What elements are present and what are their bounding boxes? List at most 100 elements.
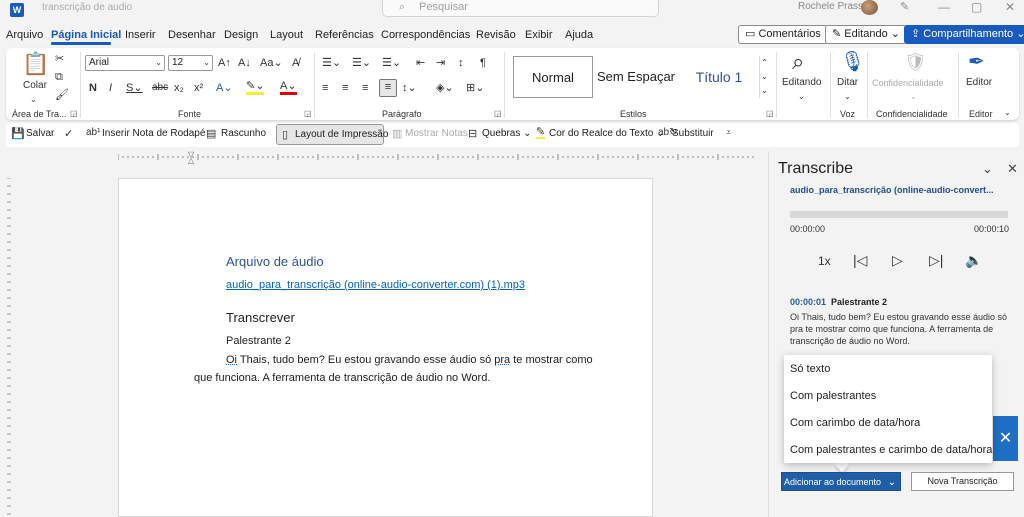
breaks-button[interactable]: Quebras ⌄ bbox=[482, 128, 532, 139]
editing-mode-button[interactable]: ✎ Editando ⌄ bbox=[825, 25, 907, 44]
audio-file-link[interactable]: audio_para_transcrição (online-audio-con… bbox=[226, 279, 525, 291]
draft-button[interactable]: Rascunho bbox=[221, 128, 266, 139]
restore-icon[interactable]: ▢ bbox=[971, 0, 982, 14]
tab-desenhar[interactable]: Desenhar bbox=[168, 29, 216, 41]
comments-button[interactable]: ▭ Comentários bbox=[738, 25, 828, 44]
volume-icon[interactable]: 🔈 bbox=[965, 252, 982, 269]
style-no-spacing[interactable]: Sem Espaçar bbox=[595, 56, 677, 98]
entry-timestamp[interactable]: 00:00:01 bbox=[790, 297, 826, 307]
bold-icon[interactable]: N bbox=[89, 81, 97, 95]
dialog-launcher-icon[interactable]: ◲ bbox=[766, 109, 774, 118]
skip-back-icon[interactable]: |◁ bbox=[853, 252, 867, 269]
indent-marker-icon[interactable]: ▽ △ bbox=[188, 151, 196, 165]
tab-revisao[interactable]: Revisão bbox=[476, 29, 516, 41]
tab-layout[interactable]: Layout bbox=[270, 29, 303, 41]
collapse-ribbon-icon[interactable]: ⌄ bbox=[1004, 106, 1011, 120]
underline-icon[interactable]: S⌄ bbox=[126, 81, 143, 95]
tab-exibir[interactable]: Exibir bbox=[525, 29, 553, 41]
highlighter-icon[interactable]: ✎ bbox=[536, 127, 546, 139]
footnote-icon[interactable]: ab¹ bbox=[86, 127, 100, 138]
justify-icon[interactable]: ≡ bbox=[379, 79, 397, 97]
editor-label[interactable]: Editor bbox=[966, 76, 992, 90]
shading-icon[interactable]: ◈⌄ bbox=[436, 81, 454, 95]
play-icon[interactable]: ▷ bbox=[892, 252, 903, 269]
cut-icon[interactable]: ✂ bbox=[55, 52, 64, 66]
superscript-icon[interactable]: x² bbox=[194, 81, 203, 95]
strikethrough-icon[interactable]: abc bbox=[152, 81, 168, 95]
numbering-icon[interactable]: ☰⌄ bbox=[352, 56, 371, 70]
spellcheck-icon[interactable]: ✓ bbox=[64, 127, 73, 140]
audio-file-name[interactable]: audio_para_transcrição (online-audio-con… bbox=[790, 185, 994, 195]
print-layout-button[interactable]: ▯ Layout de Impressão bbox=[276, 124, 388, 145]
line-spacing-icon[interactable]: ↕⌄ bbox=[402, 81, 417, 95]
styles-scroll[interactable]: ⌃ ⌄ ⌄ bbox=[759, 56, 769, 98]
paste-label[interactable]: Colar bbox=[23, 79, 47, 93]
insert-footnote-button[interactable]: Inserir Nota de Rodapé bbox=[102, 128, 205, 139]
replace-button[interactable]: Substituir bbox=[672, 128, 714, 139]
chevron-down-icon[interactable]: ⌄ bbox=[30, 93, 37, 107]
menu-item-with-speakers[interactable]: Com palestrantes bbox=[790, 390, 876, 402]
save-button[interactable]: Salvar bbox=[26, 128, 54, 139]
menu-item-text-only[interactable]: Só texto bbox=[790, 363, 830, 375]
horizontal-ruler[interactable] bbox=[118, 154, 758, 160]
style-heading-1[interactable]: Título 1 bbox=[679, 56, 759, 98]
close-icon[interactable]: ✕ bbox=[993, 416, 1018, 461]
show-marks-icon[interactable]: ¶ bbox=[480, 56, 486, 70]
tab-correspondencias[interactable]: Correspondências bbox=[381, 29, 470, 41]
style-normal[interactable]: Normal bbox=[513, 56, 593, 98]
text-effects-icon[interactable]: A⌄ bbox=[216, 81, 233, 95]
chevron-down-icon[interactable]: ⌄ bbox=[844, 90, 851, 104]
editor-icon[interactable]: ✒ bbox=[968, 50, 985, 74]
playback-progress-bar[interactable] bbox=[790, 211, 1008, 218]
italic-icon[interactable]: I bbox=[109, 81, 112, 95]
spelling-flag-word[interactable]: pra bbox=[494, 354, 510, 366]
font-size-select[interactable]: 12 ⌄ bbox=[168, 55, 213, 71]
document-page[interactable]: Arquivo de áudio audio_para_transcrição … bbox=[118, 178, 653, 517]
shrink-font-icon[interactable]: A↓ bbox=[238, 56, 251, 70]
search-box[interactable]: ⌕ Pesquisar bbox=[382, 0, 659, 17]
align-left-icon[interactable]: ≡ bbox=[322, 81, 328, 95]
paste-icon[interactable]: 📋 bbox=[22, 52, 49, 76]
menu-item-with-timestamps[interactable]: Com carimbo de data/hora bbox=[790, 417, 920, 429]
microphone-icon[interactable]: 🎙 bbox=[840, 50, 865, 74]
borders-icon[interactable]: ⊞⌄ bbox=[466, 81, 484, 95]
dictate-label[interactable]: Ditar bbox=[837, 76, 858, 90]
chevron-down-icon[interactable]: ⌄ bbox=[982, 161, 993, 177]
share-button[interactable]: ⇪ Compartilhamento ⌄ bbox=[904, 25, 1024, 44]
tab-referencias[interactable]: Referências bbox=[315, 29, 374, 41]
highlight-color-icon[interactable]: ✎⌄ bbox=[246, 81, 265, 95]
tab-inserir[interactable]: Inserir bbox=[125, 29, 156, 41]
tab-pagina-inicial[interactable]: Página Inicial bbox=[51, 29, 121, 41]
find-icon[interactable]: ⌕ bbox=[792, 50, 804, 74]
new-transcription-button[interactable]: Nova Transcrição bbox=[911, 472, 1014, 491]
dialog-launcher-icon[interactable]: ◲ bbox=[494, 109, 502, 118]
clear-formatting-icon[interactable]: A̸ bbox=[292, 56, 299, 70]
highlight-color-button[interactable]: Cor do Realce do Texto ⌄ bbox=[549, 128, 665, 139]
close-pane-icon[interactable]: ✕ bbox=[1007, 161, 1018, 177]
decrease-indent-icon[interactable]: ⇤ bbox=[416, 56, 425, 70]
avatar[interactable] bbox=[861, 0, 878, 15]
breaks-icon[interactable]: ⊟ bbox=[468, 127, 477, 140]
dialog-launcher-icon[interactable]: ◲ bbox=[70, 109, 78, 118]
subscript-icon[interactable]: x₂ bbox=[174, 81, 184, 95]
align-center-icon[interactable]: ≡ bbox=[342, 81, 348, 95]
close-window-icon[interactable]: ✕ bbox=[1005, 0, 1015, 14]
tab-design[interactable]: Design bbox=[224, 29, 258, 41]
save-icon[interactable]: 💾 bbox=[11, 127, 25, 140]
vertical-ruler[interactable] bbox=[6, 178, 12, 517]
chevron-down-icon[interactable]: ⌄ bbox=[798, 90, 805, 104]
playback-speed-button[interactable]: 1x bbox=[818, 254, 831, 268]
customize-toolbar-icon[interactable]: ⩡ bbox=[726, 127, 731, 138]
dialog-launcher-icon[interactable]: ◲ bbox=[304, 109, 312, 118]
tab-ajuda[interactable]: Ajuda bbox=[565, 29, 593, 41]
grow-font-icon[interactable]: A↑ bbox=[218, 56, 231, 70]
menu-item-speakers-and-timestamps[interactable]: Com palestrantes e carimbo de data/hora bbox=[790, 444, 992, 456]
editing-label[interactable]: Editando bbox=[782, 76, 821, 90]
add-to-document-button[interactable]: Adicionar ao documento ⌄ bbox=[781, 472, 901, 491]
align-right-icon[interactable]: ≡ bbox=[362, 81, 368, 95]
pen-icon[interactable]: ✎ bbox=[900, 0, 909, 13]
user-name[interactable]: Rochele Prass bbox=[798, 0, 863, 14]
tab-arquivo[interactable]: Arquivo bbox=[6, 29, 43, 41]
font-color-icon[interactable]: A⌄ bbox=[280, 81, 297, 95]
copy-icon[interactable]: ⧉ bbox=[55, 70, 63, 84]
